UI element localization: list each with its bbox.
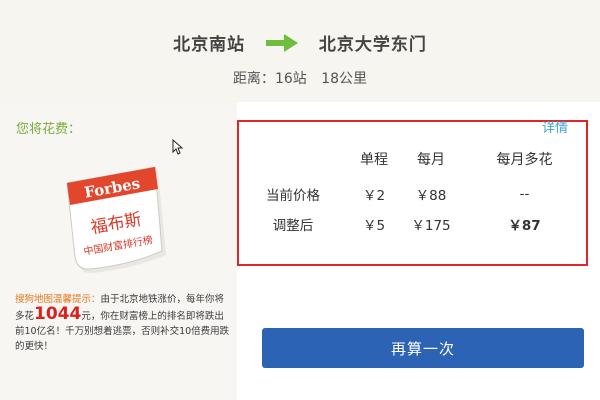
row-label-current: 当前价格 xyxy=(266,188,320,204)
table-header-row: 单程 每月 每月多花 xyxy=(238,139,587,179)
destination-station: 北京大学东门 xyxy=(318,35,427,55)
arrow-right-icon xyxy=(266,33,298,52)
mouse-cursor-icon xyxy=(172,139,184,155)
route-meta: 距离：16站 18公里 xyxy=(0,68,600,88)
route-header: 北京南站 北京大学东门 距离：16站 18公里 xyxy=(0,0,600,102)
distance-label: 距离：16站 xyxy=(232,71,307,87)
row-label-adjusted: 调整后 xyxy=(272,218,314,234)
route-line: 北京南站 北京大学东门 xyxy=(0,30,600,55)
distance-km: 18公里 xyxy=(321,71,368,87)
station-count: 16站 xyxy=(274,71,307,87)
column-header-blank xyxy=(238,139,348,179)
origin-station: 北京南站 xyxy=(173,35,246,55)
column-header-single: 单程 xyxy=(360,152,388,168)
forbes-calendar-image: Forbes 福布斯 中国财富排行榜 xyxy=(66,166,166,274)
table-row: 调整后 ￥5 ￥175 ￥87 xyxy=(238,209,587,239)
current-monthly-fare: ￥88 xyxy=(415,188,447,204)
adjusted-extra-cost: ￥87 xyxy=(508,218,541,234)
price-table: 单程 每月 每月多花 当前价格 ￥2 ￥88 -- 调整后 ￥5 ￥175 ￥8… xyxy=(238,139,587,239)
left-panel: 您将花费： Forbes 福布斯 中国财富排行榜 搜狗地图温馨提示：由于北京地铁… xyxy=(0,102,237,400)
column-header-extra: 每月多花 xyxy=(496,152,553,168)
current-extra-cost: -- xyxy=(519,186,530,202)
promo-message: 搜狗地图温馨提示：由于北京地铁涨价，每年你将多花1044元，你在财富榜上的排名即… xyxy=(15,292,230,354)
adjusted-single-fare: ￥5 xyxy=(362,218,386,234)
adjusted-monthly-fare: ￥175 xyxy=(411,218,451,234)
extra-cost-amount: 1044 xyxy=(34,304,82,324)
spend-label: 您将花费： xyxy=(16,122,82,137)
current-single-fare: ￥2 xyxy=(362,188,386,204)
column-header-monthly: 每月 xyxy=(417,152,445,168)
recalculate-button[interactable]: 再算一次 xyxy=(262,328,584,368)
details-link[interactable]: 详情 xyxy=(542,117,568,136)
table-row: 当前价格 ￥2 ￥88 -- xyxy=(238,179,587,209)
